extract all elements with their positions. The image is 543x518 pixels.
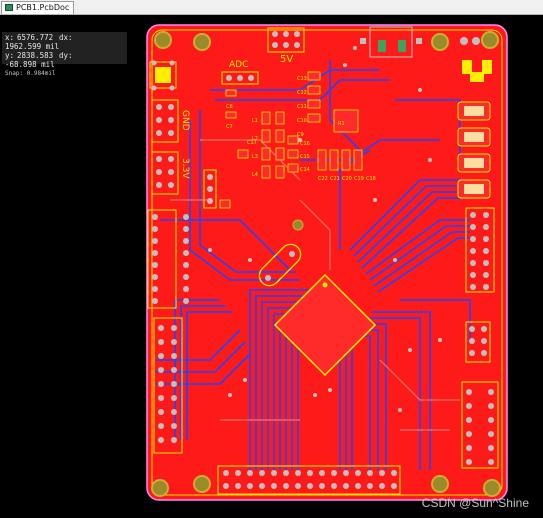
crystal-pad — [265, 275, 271, 281]
silk-misc-label: R1 — [338, 121, 345, 127]
usb-pad — [360, 38, 366, 44]
silk-5v-label: 5V — [280, 54, 293, 65]
dx-label: dx: — [59, 33, 73, 42]
tab-pcb-document[interactable]: PCB1.PcbDoc — [1, 1, 75, 14]
mounting-hole-bottom-right — [483, 479, 501, 497]
silk-gnd-label: GND — [180, 110, 190, 131]
mounting-hole-bottom-left — [151, 479, 169, 497]
pcb-document-icon — [5, 4, 13, 11]
pcb-canvas[interactable]: ADC 5V GND 3.3V C13 C12 C11 C10 C9 C17 C… — [0, 15, 543, 518]
board-copper-pour — [146, 24, 508, 501]
usb-pad — [398, 40, 406, 52]
tab-label: PCB1.PcbDoc — [16, 3, 70, 12]
silk-cap-label: C12 — [297, 90, 307, 96]
mounting-hole-top-right — [481, 31, 499, 49]
watermark: CSDN @Sun^Shine — [421, 496, 529, 510]
readout-row-y: y: 2838.583 dy: -68.898 mil — [5, 51, 124, 69]
crystal-pad — [289, 251, 295, 257]
pcb-board-view[interactable]: ADC 5V GND 3.3V C13 C12 C11 C10 C9 C17 C… — [0, 15, 543, 518]
mounting-hole — [193, 33, 211, 51]
silk-cap-label: C19 — [354, 176, 364, 182]
readout-row-x: x: 6576.772 dx:1962.599 mil — [5, 33, 124, 51]
y-value: 2838.583 — [17, 51, 54, 60]
silk-cap-label: C15 — [300, 154, 310, 160]
coordinate-readout: x: 6576.772 dx:1962.599 mil y: 2838.583 dy:-… — [2, 32, 127, 77]
x-label: x: — [5, 33, 15, 42]
silk-cap-label: C20 — [342, 176, 352, 182]
silk-misc-label: C7 — [226, 124, 233, 130]
silk-cap-label: C13 — [297, 76, 307, 82]
usb-pad — [378, 40, 386, 52]
silk-cap-label: C9 — [297, 132, 304, 138]
x-value: 6576.772 — [17, 33, 54, 42]
silk-misc-label: L2 — [252, 136, 258, 142]
silk-cap-label: C10 — [297, 118, 307, 124]
silk-misc-label: L3 — [252, 154, 258, 160]
document-tab-bar: PCB1.PcbDoc — [0, 0, 543, 15]
snap-readout: Snap: 0.984mil — [5, 70, 56, 77]
mounting-hole-top-left — [154, 31, 172, 49]
silk-adc-label: ADC — [229, 60, 248, 70]
y-label: y: — [5, 51, 15, 60]
silk-misc-label: C8 — [226, 104, 233, 110]
silk-cap-label: C18 — [366, 176, 376, 182]
usb-pad — [416, 38, 422, 44]
mounting-hole — [193, 475, 211, 493]
button-cap — [155, 67, 171, 83]
silk-3v3-label: 3.3V — [180, 158, 190, 179]
silk-cap-label: C11 — [297, 104, 307, 110]
mounting-hole — [431, 33, 449, 51]
dy-label: dy: — [59, 51, 73, 60]
mounting-hole — [431, 475, 449, 493]
via-large — [292, 219, 304, 231]
dx-value: 1962.599 mil — [5, 42, 60, 51]
silk-cap-label: C22 — [318, 176, 328, 182]
dy-value: -68.898 mil — [5, 60, 55, 69]
mcu-pin1-marker — [322, 282, 328, 288]
silk-misc-label: L1 — [252, 118, 258, 124]
silk-cap-label: C16 — [300, 141, 310, 147]
silk-misc-label: L4 — [252, 172, 258, 178]
silk-cap-label: C21 — [330, 176, 340, 182]
silk-cap-label: C14 — [300, 167, 310, 173]
